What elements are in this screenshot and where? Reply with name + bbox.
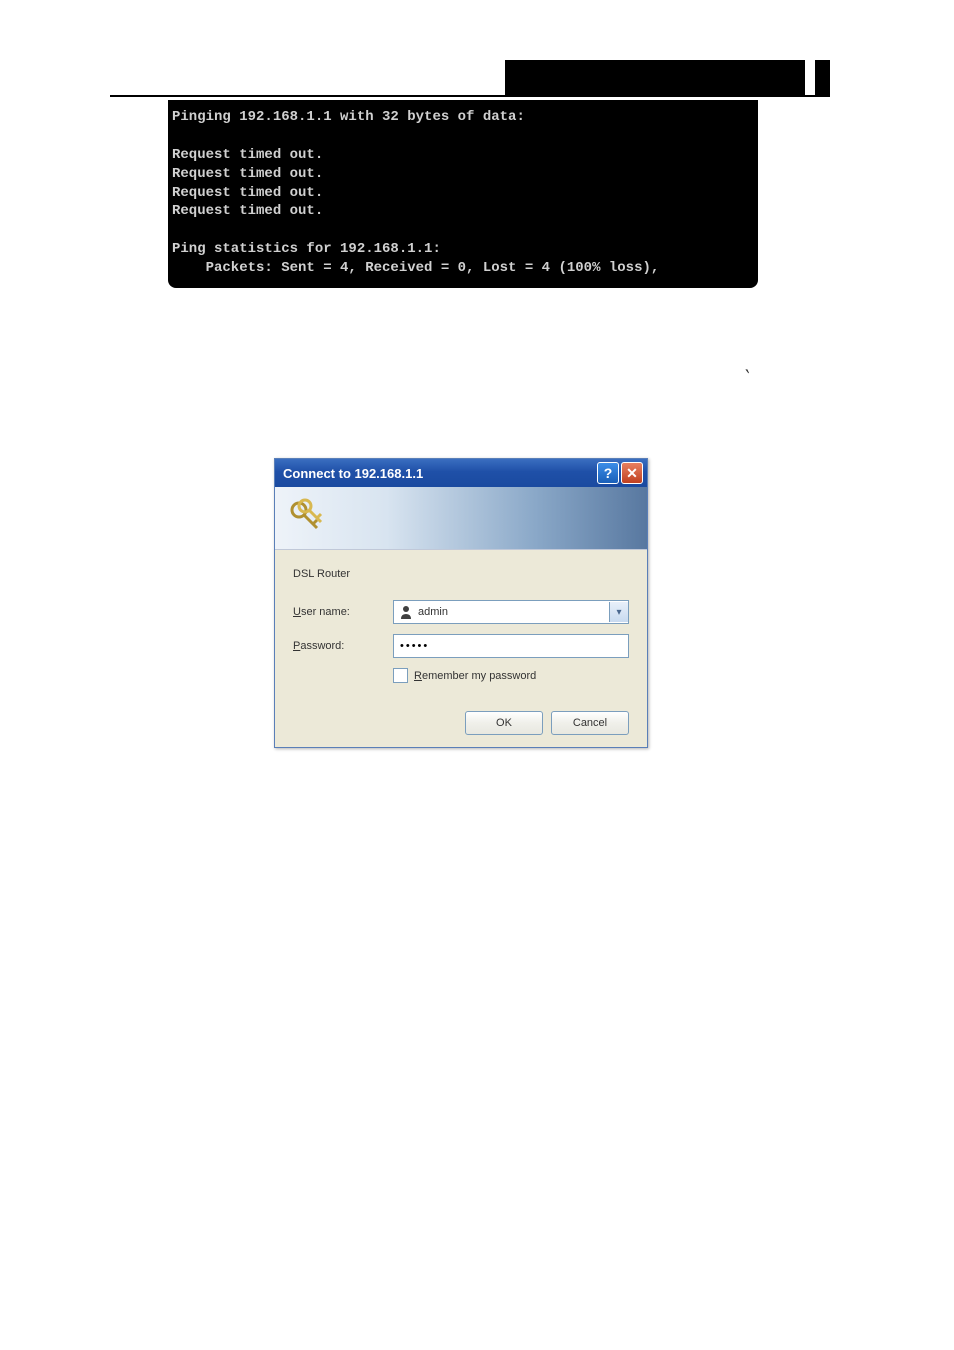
- header-black-bar-right: [812, 60, 833, 95]
- terminal-line: Request timed out.: [172, 147, 323, 163]
- password-row: Password: •••••: [293, 634, 629, 658]
- dialog-buttons: OK Cancel: [293, 711, 629, 735]
- dialog-banner: [275, 487, 647, 550]
- dropdown-arrow-icon[interactable]: ▾: [609, 602, 628, 622]
- keys-icon: [287, 498, 327, 538]
- password-label: Password:: [293, 640, 393, 652]
- terminal-line: Request timed out.: [172, 203, 323, 219]
- cancel-button[interactable]: Cancel: [551, 711, 629, 735]
- ok-button[interactable]: OK: [465, 711, 543, 735]
- header-black-bar: [505, 60, 805, 95]
- remember-label: Remember my password: [414, 670, 536, 682]
- help-icon: ?: [604, 465, 613, 481]
- help-button[interactable]: ?: [597, 462, 619, 484]
- terminal-line: Pinging 192.168.1.1 with 32 bytes of dat…: [172, 109, 525, 125]
- username-row: User name: admin ▾: [293, 600, 629, 624]
- command-prompt-output: Pinging 192.168.1.1 with 32 bytes of dat…: [168, 100, 758, 288]
- person-icon: [398, 604, 414, 620]
- terminal-line: Request timed out.: [172, 166, 323, 182]
- horizontal-rule: [110, 95, 830, 97]
- dialog-titlebar: Connect to 192.168.1.1 ? ✕: [275, 459, 647, 487]
- stray-mark: ‵: [745, 365, 750, 390]
- password-value: •••••: [400, 640, 429, 652]
- dialog-title: Connect to 192.168.1.1: [283, 466, 595, 481]
- username-value: admin: [418, 606, 609, 618]
- remember-row: Remember my password: [393, 668, 629, 683]
- terminal-line: Packets: Sent = 4, Received = 0, Lost = …: [172, 260, 659, 276]
- password-input[interactable]: •••••: [393, 634, 629, 658]
- dialog-body: DSL Router User name: admin ▾ Password: …: [275, 550, 647, 747]
- close-icon: ✕: [626, 465, 638, 482]
- auth-realm-label: DSL Router: [293, 568, 629, 580]
- close-button[interactable]: ✕: [621, 462, 643, 484]
- username-input[interactable]: admin ▾: [393, 600, 629, 624]
- authentication-dialog: Connect to 192.168.1.1 ? ✕ DSL Router Us…: [274, 458, 648, 748]
- username-label: User name:: [293, 606, 393, 618]
- remember-checkbox[interactable]: [393, 668, 408, 683]
- terminal-line: Request timed out.: [172, 185, 323, 201]
- terminal-line: Ping statistics for 192.168.1.1:: [172, 241, 441, 257]
